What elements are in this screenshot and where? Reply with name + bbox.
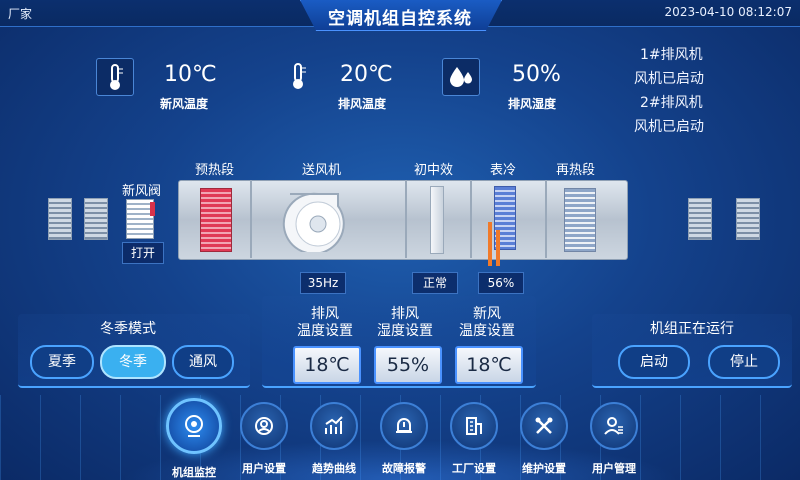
damper-actuator — [150, 202, 155, 216]
damper-label: 新风阀 — [122, 184, 162, 199]
user-settings-icon — [240, 402, 288, 450]
exhaust-temp-setpoint-input[interactable]: 18℃ — [293, 346, 361, 384]
datetime: 2023-04-10 08:12:07 — [664, 5, 792, 19]
nav-label: 用户设置 — [242, 462, 286, 475]
reheat-coil — [564, 188, 596, 252]
fresh-air-temp-label: 新风温度 — [160, 97, 209, 111]
supply-fan-icon — [282, 186, 354, 255]
ventilation-mode-button[interactable]: 通风 — [172, 345, 234, 379]
nav-unit-monitor[interactable]: 机组监控 — [159, 398, 229, 480]
intake-louver — [48, 198, 72, 240]
nav-fault-alarm[interactable]: 故障报警 — [369, 402, 439, 476]
nav-label: 工厂设置 — [452, 462, 496, 475]
fresh-air-temp-setpoint-label: 新风 温度设置 — [459, 306, 515, 339]
fresh-air-temp-value: 10℃ — [164, 62, 217, 87]
reheat-label: 再热段 — [556, 163, 596, 178]
nav-user-settings[interactable]: 用户设置 — [229, 402, 299, 476]
filter-panel — [430, 186, 444, 254]
stop-button[interactable]: 停止 — [708, 345, 780, 379]
nav-label: 机组监控 — [172, 466, 216, 479]
fan1-status: 风机已启动 — [634, 71, 704, 87]
alarm-bell-icon — [380, 402, 428, 450]
run-status-text: 机组正在运行 — [650, 321, 734, 337]
exhaust-humidity-label: 排风湿度 — [508, 97, 557, 111]
section-divider — [545, 180, 547, 258]
building-icon — [450, 402, 498, 450]
camera-icon — [166, 398, 222, 454]
fan1-name: 1#排风机 — [640, 47, 703, 63]
section-divider — [470, 180, 472, 258]
summer-mode-button[interactable]: 夏季 — [30, 345, 94, 379]
mode-title: 冬季模式 — [100, 321, 156, 337]
exhaust-humidity-value: 50% — [512, 62, 561, 87]
nav-label: 故障报警 — [382, 462, 426, 475]
air-handling-unit — [178, 180, 628, 260]
nav-label: 趋势曲线 — [312, 462, 356, 475]
brand-label: 厂家 — [8, 7, 33, 21]
nav-factory-settings[interactable]: 工厂设置 — [439, 402, 509, 476]
thermometer-icon — [96, 58, 134, 96]
supply-fan-label: 送风机 — [302, 163, 342, 178]
outlet-louver — [688, 198, 712, 240]
exhaust-humidity-setpoint-label: 排风 湿度设置 — [377, 306, 433, 339]
nav-maintenance-settings[interactable]: 维护设置 — [509, 402, 579, 476]
valve-opening-readout: 56% — [478, 272, 524, 294]
section-divider — [250, 180, 252, 258]
page-title: 空调机组自控系统 — [328, 9, 472, 29]
water-drop-icon — [442, 58, 480, 96]
fan-frequency-readout: 35Hz — [300, 272, 346, 294]
fresh-air-temp-setpoint-input[interactable]: 18℃ — [455, 346, 523, 384]
trend-chart-icon — [310, 402, 358, 450]
exhaust-temp-value: 20℃ — [340, 62, 393, 87]
tools-icon — [520, 402, 568, 450]
filter-label: 初中效 — [414, 163, 454, 178]
fan2-name: 2#排风机 — [640, 95, 703, 111]
filter-status-readout: 正常 — [412, 272, 458, 294]
damper-state-readout: 打开 — [122, 242, 164, 264]
valve-pipe — [488, 222, 492, 266]
winter-mode-button[interactable]: 冬季 — [100, 345, 166, 379]
preheat-coil — [200, 188, 232, 252]
nav-trend-curves[interactable]: 趋势曲线 — [299, 402, 369, 476]
valve-pipe — [496, 230, 500, 266]
preheat-label: 预热段 — [195, 163, 235, 178]
exhaust-humidity-setpoint-input[interactable]: 55% — [374, 346, 442, 384]
nav-user-management[interactable]: 用户管理 — [579, 402, 649, 476]
intake-louver — [84, 198, 108, 240]
thermometer-icon — [280, 58, 316, 94]
nav-label: 用户管理 — [592, 462, 636, 475]
outlet-louver — [736, 198, 760, 240]
exhaust-temp-setpoint-label: 排风 温度设置 — [297, 306, 353, 339]
exhaust-temp-label: 排风温度 — [338, 97, 387, 111]
fan2-status: 风机已启动 — [634, 119, 704, 135]
user-manage-icon — [590, 402, 638, 450]
cooling-coil-label: 表冷 — [490, 163, 517, 178]
nav-label: 维护设置 — [522, 462, 566, 475]
start-button[interactable]: 启动 — [618, 345, 690, 379]
section-divider — [405, 180, 407, 258]
